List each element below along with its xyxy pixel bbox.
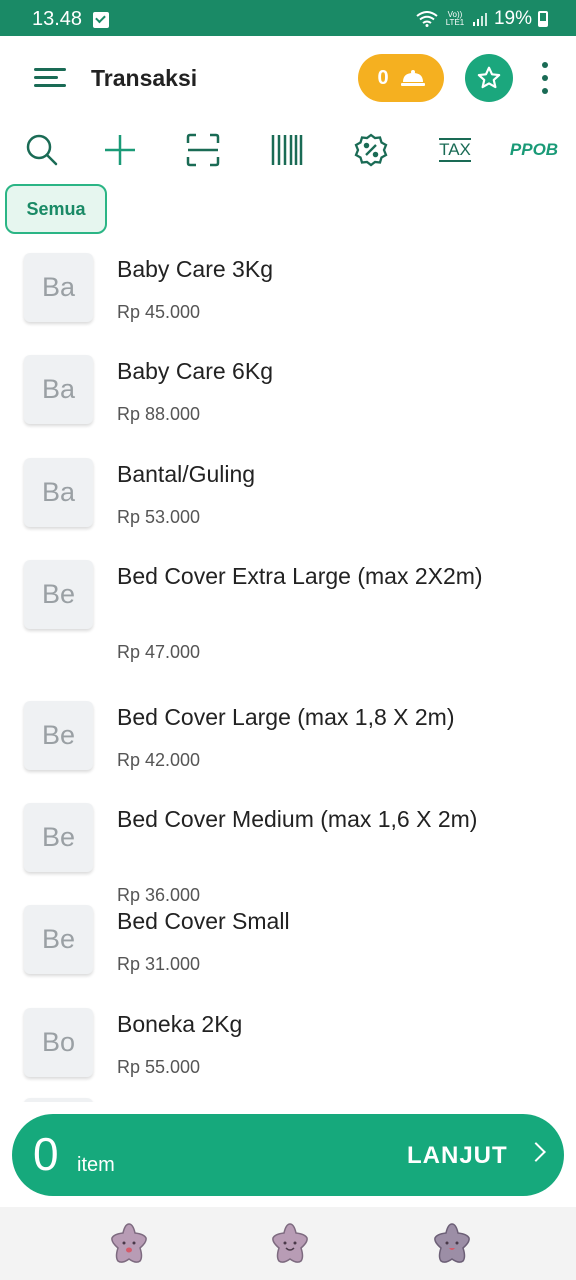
product-thumbnail: Be [24,803,93,872]
product-name: Bed Cover Medium (max 1,6 X 2m) [117,806,478,832]
more-vert-icon[interactable] [535,60,555,96]
tax-button[interactable]: TAX [432,128,478,172]
cart-bar[interactable]: 0 item LANJUT [12,1114,564,1196]
status-time: 13.48 [32,8,83,30]
product-price: Rp 47.000 [117,642,201,662]
category-chip-all[interactable]: Semua [5,184,107,234]
product-thumbnail: Ba [24,355,93,424]
tax-label: TAX [439,138,471,162]
product-thumbnail: Ba [24,458,93,527]
serving-dish-icon [400,70,425,86]
status-right: Vo)) LTE1 19% [416,8,548,30]
star-face-icon-3[interactable] [429,1221,475,1267]
product-thumbnail: Bo [24,1008,93,1077]
next-button-label[interactable]: LANJUT [407,1142,508,1170]
product-name: Baby Care 3Kg [117,256,273,282]
notification-icon [93,12,109,28]
battery-icon [538,11,548,27]
star-face-icon-1[interactable] [106,1221,152,1267]
volte-indicator: Vo)) LTE1 [445,10,465,27]
queue-button[interactable]: 0 [358,54,444,102]
page-title: Transaksi [91,65,198,91]
product-price: Rp 31.000 [117,954,201,974]
menu-icon[interactable] [34,68,66,88]
star-icon [477,66,501,89]
favorite-button[interactable] [465,54,513,102]
product-price: Rp 53.000 [117,507,201,527]
product-price: Rp 45.000 [117,302,201,322]
product-price: Rp 36.000 [117,885,201,905]
product-name: Bantal/Guling [117,461,256,487]
product-price: Rp 42.000 [117,750,201,770]
product-price: Rp 55.000 [117,1057,201,1077]
product-thumbnail: Be [24,560,93,629]
product-price: Rp 88.000 [117,404,201,424]
barcode-icon[interactable] [265,128,309,172]
plus-icon[interactable] [98,128,142,172]
app-bar: Transaksi 0 [0,36,576,120]
product-name: Bed Cover Extra Large (max 2X2m) [117,563,483,589]
product-list[interactable]: Ba Baby Care 3Kg Rp 45.000 Ba Baby Care 6Kg R… [0,240,576,1102]
queue-count: 0 [377,66,389,89]
product-name: Bed Cover Small [117,908,290,934]
product-thumbnail: Ba [24,253,93,322]
cart-unit: item [77,1154,115,1176]
product-thumbnail: Be [24,701,93,770]
status-bar: 13.48 Vo)) LTE1 19% [0,0,576,36]
search-icon[interactable] [20,128,64,172]
scan-icon[interactable] [181,128,225,172]
bottom-navigation [0,1207,576,1280]
star-face-icon-2[interactable] [267,1221,313,1267]
battery-percent: 19% [493,8,532,29]
cart-count: 0 [33,1128,59,1180]
wifi-icon [416,11,438,27]
product-name: Bed Cover Large (max 1,8 X 2m) [117,704,455,730]
product-thumbnail-partial [24,1098,93,1102]
ppob-label: PPOB [509,140,559,159]
discount-icon[interactable] [349,128,393,172]
product-name: Baby Care 6Kg [117,358,273,384]
chevron-right-icon [526,1142,546,1162]
signal-icon [472,13,487,26]
toolbar: TAX PPOB [0,120,576,180]
ppob-button[interactable]: PPOB [508,128,560,172]
product-name: Boneka 2Kg [117,1011,243,1037]
product-thumbnail: Be [24,905,93,974]
